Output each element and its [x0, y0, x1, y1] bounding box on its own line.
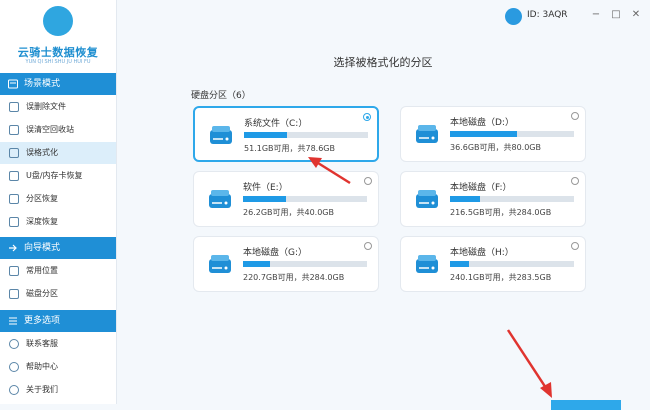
partition-section-label: 硬盘分区（6） [191, 91, 251, 101]
partition-capacity: 216.5GB可用，共284.0GB [450, 208, 552, 217]
usage-bar [450, 196, 574, 202]
user-id: ID: 3AQR [527, 10, 568, 20]
partition-name: 本地磁盘（F:） [450, 183, 512, 193]
app-logo: 云骑士数据恢复 YUN QI SHI SHU JU HUI FU [0, 0, 116, 72]
partition-name: 系统文件（C:） [244, 119, 308, 129]
partition-name: 本地磁盘（D:） [450, 118, 514, 128]
sidebar-item-disk-partition[interactable]: 磁盘分区 [0, 283, 116, 305]
usage-bar [243, 196, 367, 202]
sidebar-item-deleted-files[interactable]: 误删除文件 [0, 96, 116, 118]
deep-scan-icon [9, 217, 19, 227]
sidebar-item-usb-card[interactable]: U盘/内存卡恢复 [0, 165, 116, 187]
partition-capacity: 240.1GB可用，共283.5GB [450, 273, 552, 282]
next-button[interactable] [551, 400, 621, 410]
disk-format-icon [9, 148, 19, 158]
partition-capacity: 51.1GB可用，共78.6GB [244, 144, 335, 153]
sidebar-item-help[interactable]: 帮助中心 [0, 356, 116, 378]
sidebar-item-contact[interactable]: 联系客服 [0, 333, 116, 355]
partition-capacity: 26.2GB可用，共40.0GB [243, 208, 334, 217]
sidebar-item-partition[interactable]: 分区恢复 [0, 188, 116, 210]
partition-card[interactable]: 本地磁盘（D:） 36.6GB可用，共80.0GB [400, 106, 586, 162]
partition-name: 软件（E:） [243, 183, 288, 193]
usage-bar-fill [243, 261, 271, 267]
sidebar: 云骑士数据恢复 YUN QI SHI SHU JU HUI FU 场景模式 误删… [0, 0, 117, 404]
partition-card[interactable]: 本地磁盘（F:） 216.5GB可用，共284.0GB [400, 171, 586, 227]
headset-icon [9, 339, 19, 349]
usage-bar-fill [243, 196, 287, 202]
close-button[interactable]: ✕ [630, 9, 642, 21]
partition-capacity: 220.7GB可用，共284.0GB [243, 273, 345, 282]
section-wizard-mode: 向导模式 [0, 237, 116, 259]
sidebar-item-deep[interactable]: 深度恢复 [0, 211, 116, 233]
logo-title: 云骑士数据恢复 [17, 46, 99, 59]
partition-capacity: 36.6GB可用，共80.0GB [450, 143, 541, 152]
menu-icon [9, 317, 17, 325]
partition-card[interactable]: 本地磁盘（H:） 240.1GB可用，共283.5GB [400, 236, 586, 292]
location-icon [9, 266, 19, 276]
hard-drive-icon [416, 255, 438, 273]
partition-name: 本地磁盘（G:） [243, 248, 308, 258]
partition-card[interactable]: 本地磁盘（G:） 220.7GB可用，共284.0GB [193, 236, 379, 292]
section-more-options: 更多选项 [0, 310, 116, 332]
hard-drive-icon [416, 125, 438, 143]
partition-card[interactable]: 系统文件（C:） 51.1GB可用，共78.6GB [193, 106, 379, 162]
disk-icon [9, 289, 19, 299]
partition-radio[interactable] [571, 242, 579, 250]
usage-bar-fill [450, 261, 469, 267]
help-icon [9, 362, 19, 372]
partition-radio[interactable] [571, 177, 579, 185]
partition-icon [9, 194, 19, 204]
maximize-button[interactable]: □ [610, 9, 622, 21]
usb-icon [9, 171, 19, 181]
usage-bar [450, 131, 574, 137]
usage-bar-fill [244, 132, 288, 138]
logo-icon [43, 6, 73, 36]
page-title: 选择被格式化的分区 [333, 56, 433, 69]
section-title: 向导模式 [24, 243, 61, 253]
info-icon [9, 385, 19, 395]
sidebar-item-about[interactable]: 关于我们 [0, 379, 116, 401]
section-title: 场景模式 [24, 79, 61, 89]
sidebar-item-recycle-bin[interactable]: 误清空回收站 [0, 119, 116, 141]
usage-bar-fill [450, 131, 517, 137]
sidebar-item-format[interactable]: 误格式化 [0, 142, 116, 164]
hard-drive-icon [416, 190, 438, 208]
partition-radio[interactable] [363, 113, 371, 121]
section-title: 更多选项 [24, 316, 61, 326]
sidebar-item-common-location[interactable]: 常用位置 [0, 260, 116, 282]
usage-bar [243, 261, 367, 267]
trash-icon [9, 125, 19, 135]
user-avatar-icon[interactable] [505, 8, 522, 25]
hard-drive-icon [209, 255, 231, 273]
scene-mode-icon [8, 79, 18, 89]
hard-drive-icon [210, 126, 232, 144]
wizard-mode-icon [9, 244, 17, 252]
logo-subtitle: YUN QI SHI SHU JU HUI FU [25, 59, 91, 65]
usage-bar-fill [450, 196, 480, 202]
file-icon [9, 102, 19, 112]
section-scene-mode: 场景模式 [0, 73, 116, 95]
usage-bar [450, 261, 574, 267]
usage-bar [244, 132, 368, 138]
partition-radio[interactable] [571, 112, 579, 120]
partition-radio[interactable] [364, 242, 372, 250]
hard-drive-icon [209, 190, 231, 208]
partition-card[interactable]: 软件（E:） 26.2GB可用，共40.0GB [193, 171, 379, 227]
minimize-button[interactable]: − [590, 9, 602, 21]
partition-name: 本地磁盘（H:） [450, 248, 514, 258]
red-arrow-to-next-button [506, 329, 552, 398]
partition-radio[interactable] [364, 177, 372, 185]
